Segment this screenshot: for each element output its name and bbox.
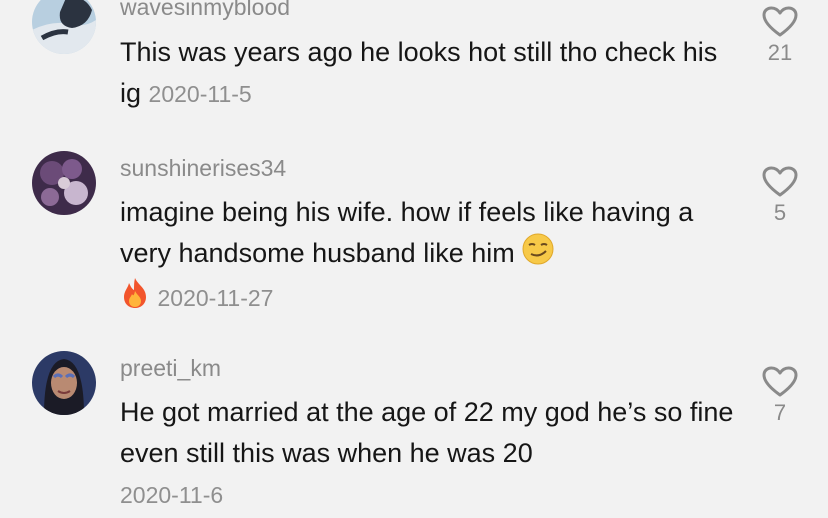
comment-text-block: This was years ago he looks hot still th… <box>120 32 740 115</box>
like-count: 5 <box>773 200 787 225</box>
like-control[interactable]: 21 <box>760 6 800 66</box>
avatar[interactable] <box>32 351 96 415</box>
username[interactable]: wavesinmyblood <box>120 0 290 21</box>
comment-text-block: imagine being his wife. how if feels lik… <box>120 192 740 321</box>
comment-text: He got married at the age of 22 my god h… <box>120 397 734 468</box>
heart-icon[interactable] <box>762 366 798 398</box>
comments-list: wavesinmyblood This was years ago he loo… <box>0 0 828 518</box>
heart-icon[interactable] <box>762 6 798 38</box>
like-count: 7 <box>773 400 787 425</box>
comment-date: 2020-11-6 <box>120 482 224 508</box>
comment-text: imagine being his wife. how if feels lik… <box>120 197 694 269</box>
username[interactable]: sunshinerises34 <box>120 155 286 182</box>
avatar[interactable] <box>32 0 96 54</box>
comment-text-block: He got married at the age of 22 my god h… <box>120 392 740 516</box>
comment-date: 2020-11-27 <box>157 285 274 312</box>
heart-icon[interactable] <box>762 166 798 198</box>
fire-emoji-icon <box>120 277 150 321</box>
avatar[interactable] <box>32 151 96 215</box>
like-control[interactable]: 7 <box>760 366 800 426</box>
like-control[interactable]: 5 <box>760 166 800 226</box>
like-count: 21 <box>767 40 793 65</box>
username[interactable]: preeti_km <box>120 355 221 382</box>
comment-date: 2020-11-5 <box>148 81 252 107</box>
smirk-emoji-icon <box>522 233 554 277</box>
